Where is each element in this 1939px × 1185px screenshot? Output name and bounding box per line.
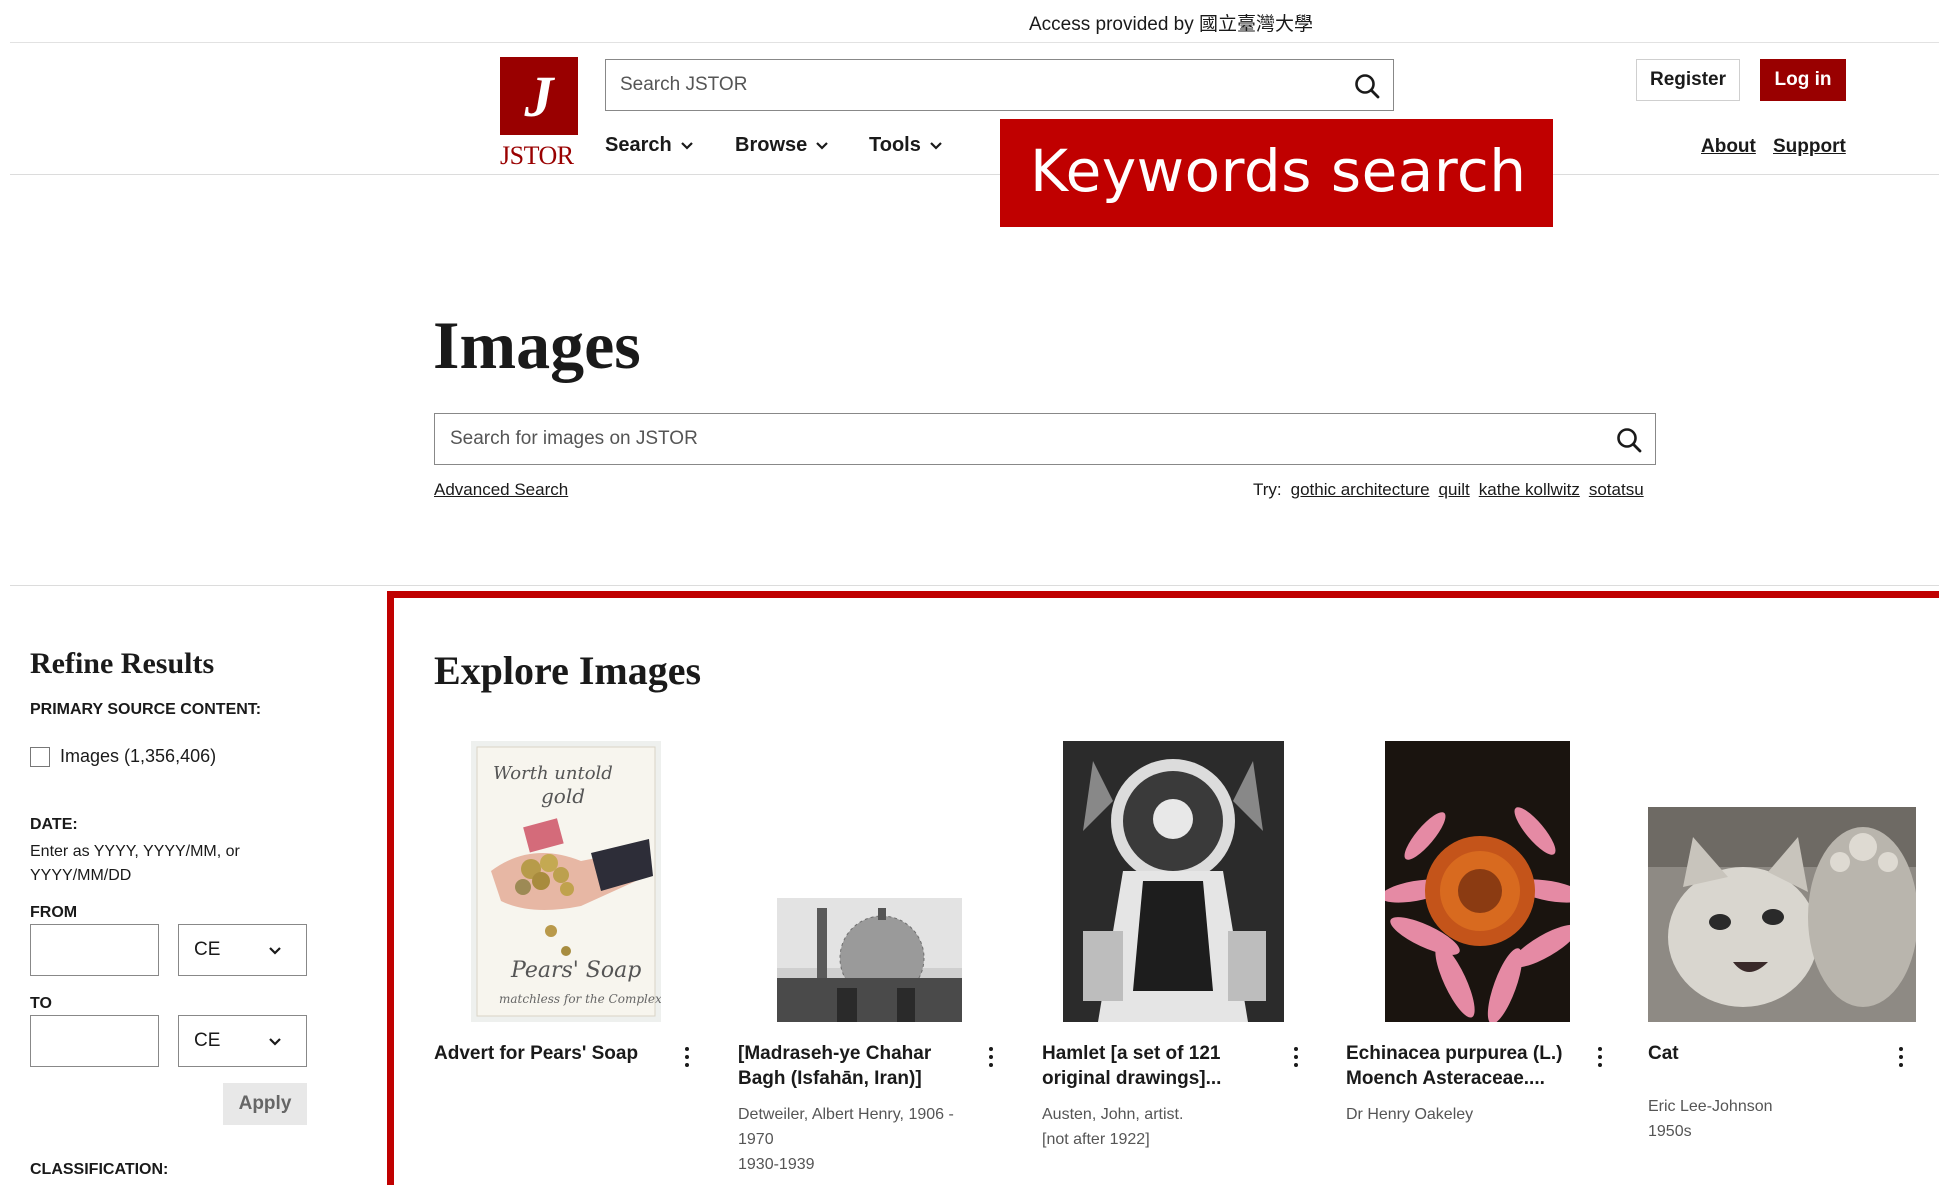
nav-browse-menu[interactable]: Browse xyxy=(735,134,829,157)
svg-text:Worth untold: Worth untold xyxy=(493,763,613,784)
keywords-search-callout: Keywords search xyxy=(1000,119,1553,227)
try-label: Try: xyxy=(1253,480,1282,499)
suggestion-link[interactable]: kathe kollwitz xyxy=(1479,480,1580,500)
jstor-logo-wordmark: JSTOR xyxy=(500,141,574,170)
card-title[interactable]: [Madraseh-ye Chahar Bagh (Isfahān, Iran)… xyxy=(738,1041,968,1091)
image-search-box xyxy=(434,413,1656,465)
card-meta-line: Dr Henry Oakeley xyxy=(1346,1106,1474,1123)
register-button[interactable]: Register xyxy=(1636,59,1740,101)
classification-heading: CLASSIFICATION: xyxy=(30,1161,169,1178)
card-title[interactable]: Echinacea purpurea (L.) Moench Asteracea… xyxy=(1346,1041,1576,1091)
card-image-hamlet[interactable] xyxy=(1063,741,1284,1022)
cat-photo xyxy=(1648,807,1916,1022)
primary-source-heading: PRIMARY SOURCE CONTENT: xyxy=(30,701,262,718)
suggestion-link[interactable]: sotatsu xyxy=(1589,480,1644,500)
svg-text:gold: gold xyxy=(541,784,585,808)
date-hint: Enter as YYYY, YYYY/MM, or YYYY/MM/DD xyxy=(30,843,240,884)
more-options-icon[interactable] xyxy=(1595,1047,1605,1071)
login-button[interactable]: Log in xyxy=(1760,59,1846,101)
more-options-icon[interactable] xyxy=(682,1047,692,1071)
chevron-down-icon xyxy=(816,141,829,150)
page-title: Images xyxy=(433,307,641,383)
more-options-icon[interactable] xyxy=(1291,1047,1301,1071)
from-era-value: CE xyxy=(194,939,221,960)
images-filter[interactable]: Images (1,356,406) xyxy=(30,746,216,767)
card-title[interactable]: Advert for Pears' Soap xyxy=(434,1041,664,1066)
chevron-down-icon xyxy=(930,141,942,150)
access-bar: Access provided by 國立臺灣大學 xyxy=(10,6,1939,43)
global-search-input[interactable] xyxy=(606,60,1336,110)
refine-results-title: Refine Results xyxy=(30,647,215,680)
images-checkbox[interactable] xyxy=(30,746,50,767)
support-link[interactable]: Support xyxy=(1773,136,1846,158)
madraseh-photo xyxy=(777,898,962,1022)
chevron-down-icon xyxy=(269,947,281,955)
hamlet-drawing xyxy=(1063,741,1284,1022)
svg-text:Pears' Soap: Pears' Soap xyxy=(510,958,641,983)
callout-text: Keywords search xyxy=(1030,137,1527,205)
chevron-down-icon xyxy=(680,141,693,150)
card-meta-line: 1950s xyxy=(1648,1123,1692,1140)
chevron-down-icon xyxy=(269,1038,281,1046)
to-era-value: CE xyxy=(194,1030,221,1051)
suggestion-link[interactable]: gothic architecture xyxy=(1291,480,1430,500)
card-meta-line: Detweiler, Albert Henry, 1906 - 1970 xyxy=(738,1106,954,1148)
jstor-logo-mark: J xyxy=(500,57,578,135)
svg-text:matchless for the Complexion: matchless for the Complexion xyxy=(499,992,661,1006)
echinacea-photo xyxy=(1385,741,1570,1022)
global-search-box xyxy=(605,59,1394,111)
nav-tools-menu[interactable]: Tools xyxy=(869,134,943,157)
from-label: FROM xyxy=(30,904,78,921)
date-heading: DATE: xyxy=(30,816,78,833)
from-year-input[interactable] xyxy=(30,924,159,976)
site-header: J JSTOR Register Log in Search Browse To… xyxy=(10,43,1939,175)
jstor-page: Access provided by 國立臺灣大學 J JSTOR Regist… xyxy=(10,6,1939,1185)
section-divider xyxy=(10,585,1939,586)
to-era-select[interactable]: CE xyxy=(178,1015,307,1067)
from-era-select[interactable]: CE xyxy=(178,924,307,976)
nav-search-menu[interactable]: Search xyxy=(605,134,694,157)
card-meta-line: Austen, John, artist. xyxy=(1042,1106,1184,1123)
apply-button[interactable]: Apply xyxy=(223,1083,307,1125)
card-image-echinacea[interactable] xyxy=(1385,741,1570,1022)
to-year-input[interactable] xyxy=(30,1015,159,1067)
images-checkbox-label: Images (1,356,406) xyxy=(60,746,217,766)
card-image-cat[interactable] xyxy=(1648,807,1916,1022)
image-search-input[interactable] xyxy=(435,414,1595,464)
jstor-logo[interactable]: J JSTOR xyxy=(500,57,580,173)
suggestion-link[interactable]: quilt xyxy=(1439,480,1470,500)
card-image-madraseh[interactable] xyxy=(777,898,962,1022)
access-text: Access provided by 國立臺灣大學 xyxy=(1029,14,1314,35)
nav-browse-label: Browse xyxy=(735,134,808,156)
card-title[interactable]: Hamlet [a set of 121 original drawings].… xyxy=(1042,1041,1272,1091)
card-meta-line: [not after 1922] xyxy=(1042,1131,1150,1148)
more-options-icon[interactable] xyxy=(986,1047,996,1071)
try-suggestions: Try: gothic architecture quilt kathe kol… xyxy=(1253,480,1644,500)
search-icon[interactable] xyxy=(1615,426,1643,454)
search-icon[interactable] xyxy=(1353,72,1381,100)
pears-soap-illustration: Worth untold gold Pears' Soap matchless … xyxy=(471,741,661,1022)
card-title[interactable]: Cat xyxy=(1648,1041,1878,1066)
to-label: TO xyxy=(30,995,52,1012)
card-image-pears-soap[interactable]: Worth untold gold Pears' Soap matchless … xyxy=(471,741,661,1022)
explore-images-title: Explore Images xyxy=(434,648,702,693)
nav-search-label: Search xyxy=(605,134,672,156)
more-options-icon[interactable] xyxy=(1896,1047,1906,1071)
advanced-search-link[interactable]: Advanced Search xyxy=(434,480,568,500)
nav-tools-label: Tools xyxy=(869,134,921,156)
about-link[interactable]: About xyxy=(1701,136,1756,158)
card-meta-line: 1930-1939 xyxy=(738,1156,815,1173)
card-meta-line: Eric Lee-Johnson xyxy=(1648,1098,1773,1115)
